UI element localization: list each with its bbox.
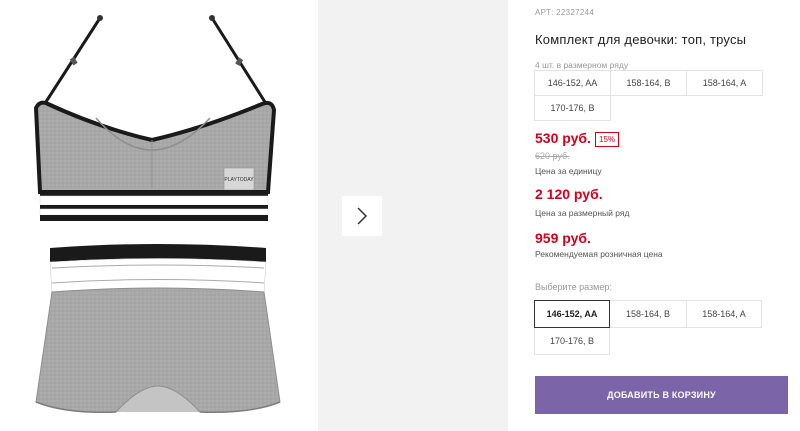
size-option[interactable]: 170-176, B bbox=[534, 327, 610, 355]
pack-count-label: 4 шт. в размерном ряду bbox=[535, 60, 629, 70]
product-main-photo[interactable]: PLAYTODAY bbox=[0, 0, 318, 431]
product-info-panel: АРТ: 22327244 Комплект для девочки: топ,… bbox=[534, 0, 800, 431]
pack-sizes-grid: 146-152, AA 158-164, B 158-164, A 170-17… bbox=[534, 70, 763, 121]
chevron-right-icon bbox=[357, 207, 368, 225]
brand-tag: PLAYTODAY bbox=[224, 177, 254, 183]
size-select-label: Выберите размер: bbox=[535, 282, 612, 292]
pack-size-cell: 170-176, B bbox=[534, 95, 611, 121]
article-number: АРТ: 22327244 bbox=[535, 8, 595, 17]
gallery-next-button[interactable] bbox=[342, 196, 382, 236]
size-selector: 146-152, AA 158-164, B 158-164, A 170-17… bbox=[534, 300, 762, 355]
add-to-cart-button[interactable]: ДОБАВИТЬ В КОРЗИНУ bbox=[535, 376, 788, 414]
size-option[interactable]: 158-164, A bbox=[686, 300, 762, 328]
pack-size-cell: 158-164, B bbox=[610, 70, 687, 96]
product-title: Комплект для девочки: топ, трусы bbox=[535, 32, 747, 47]
product-gallery: PLAYTODAY bbox=[0, 0, 508, 431]
row-price-note: Цена за размерный ряд bbox=[535, 208, 630, 218]
unit-price-note: Цена за единицу bbox=[535, 166, 602, 176]
retail-price: 959 руб. bbox=[535, 230, 591, 246]
size-option-selected[interactable]: 146-152, AA bbox=[534, 300, 610, 328]
pack-size-cell: 146-152, AA bbox=[534, 70, 611, 96]
pack-size-cell: 158-164, A bbox=[686, 70, 763, 96]
size-option[interactable]: 158-164, B bbox=[609, 300, 687, 328]
unit-price: 530 руб. bbox=[535, 130, 591, 146]
discount-badge: 15% bbox=[595, 132, 620, 147]
product-image: PLAYTODAY bbox=[33, 15, 281, 414]
retail-price-note: Рекомендуемая розничная цена bbox=[535, 249, 663, 259]
row-price: 2 120 руб. bbox=[535, 186, 603, 202]
old-price: 620 руб. bbox=[535, 151, 570, 161]
